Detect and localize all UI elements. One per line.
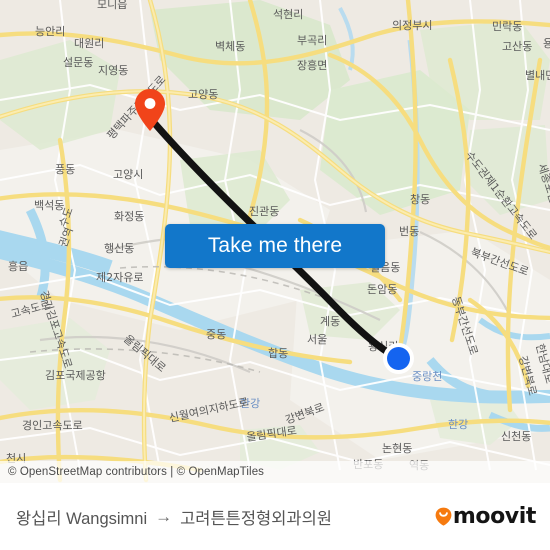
map-label: 능안리 (35, 25, 65, 38)
map-label: 행신동 (104, 242, 134, 255)
map-label: 동부간선도로 (449, 295, 480, 357)
map-label: 번동 (399, 225, 419, 238)
take-me-there-button[interactable]: Take me there (165, 224, 385, 268)
map-label: 흥읍 (8, 259, 28, 273)
map-label: 지영동 (98, 64, 128, 77)
map-label: 경인고속도로 (22, 419, 83, 432)
map-label: 계동 (320, 315, 340, 328)
map-label: 창동 (410, 193, 430, 206)
map-label: 부곡리 (297, 34, 327, 47)
destination-pin-icon[interactable] (134, 88, 166, 132)
map-label: 백석동 (34, 199, 64, 212)
map-label: 별내면 (525, 69, 550, 82)
moovit-logo[interactable]: moovit (435, 504, 550, 529)
map-label: 올림픽대로 (121, 332, 168, 374)
map-label: 강변북로 (516, 354, 539, 396)
map-label: 벽체동 (215, 40, 245, 53)
map-label: 진관동 (249, 205, 279, 218)
map-label: 권역 (57, 226, 76, 249)
trip-destination-label: 고려튼튼정형외과의원 (180, 509, 332, 528)
map-label: 합동 (268, 347, 288, 360)
moovit-wordmark: moovit (452, 504, 537, 529)
map-label: 석현리 (273, 8, 303, 21)
map-attribution[interactable]: © OpenStreetMap contributors | © OpenMap… (0, 461, 550, 483)
map-label: 수도권제1순환고속도로 (463, 149, 540, 242)
map-label: 용암 (543, 37, 550, 50)
map-label: 올림픽대로 (246, 424, 298, 444)
arrow-right-icon: → (155, 506, 173, 526)
map-label: 고양동 (188, 88, 218, 101)
map-label: 화정동 (114, 210, 144, 223)
map-label: 의정부시 (392, 19, 432, 32)
map-label: 서울 (307, 333, 327, 346)
map-label: 대원리 (74, 37, 104, 50)
map-label: 신천동 (501, 429, 531, 443)
map-label: 강변북로 (284, 401, 326, 427)
map-label: 북부간선도로 (469, 246, 531, 279)
map-label: 신월여의지하도로 (168, 394, 250, 425)
trip-origin-label: 왕십리 Wangsimni (16, 509, 148, 528)
map-label: 돈암동 (367, 283, 397, 296)
origin-dot-icon[interactable] (382, 342, 415, 375)
map-label: 고산동 (502, 40, 532, 53)
map-label: 논현동 (382, 442, 412, 455)
map-label: 중랑천 (412, 369, 442, 383)
map-label: 중동 (206, 328, 226, 341)
trip-footer: 왕십리 Wangsimni → 고려튼튼정형외과의원 moovit (0, 483, 550, 550)
map-label: 김포국제공항 (45, 369, 106, 382)
map-view[interactable]: 모니읍능안리대원리설문동지영동 벽체동장흥면 석현리부곡리 의정부시 민락동고산동 용암별… (0, 0, 550, 483)
map-label: 장흥면 (297, 58, 327, 72)
moovit-pin-icon (435, 507, 452, 526)
map-label: 민락동 (492, 20, 522, 33)
map-label: 제2자유로 (96, 271, 143, 284)
trip-summary: 왕십리 Wangsimni → 고려튼튼정형외과의원 (0, 505, 435, 529)
map-label: 고양시 (113, 168, 143, 181)
map-label: 모니읍 (97, 0, 127, 11)
map-label: 풍동 (55, 163, 75, 176)
moovit-trip-map-card: 모니읍능안리대원리설문동지영동 벽체동장흥면 석현리부곡리 의정부시 민락동고산동 용암별… (0, 0, 550, 550)
map-label: 설문동 (63, 56, 93, 69)
map-label: 한강 (448, 418, 468, 431)
